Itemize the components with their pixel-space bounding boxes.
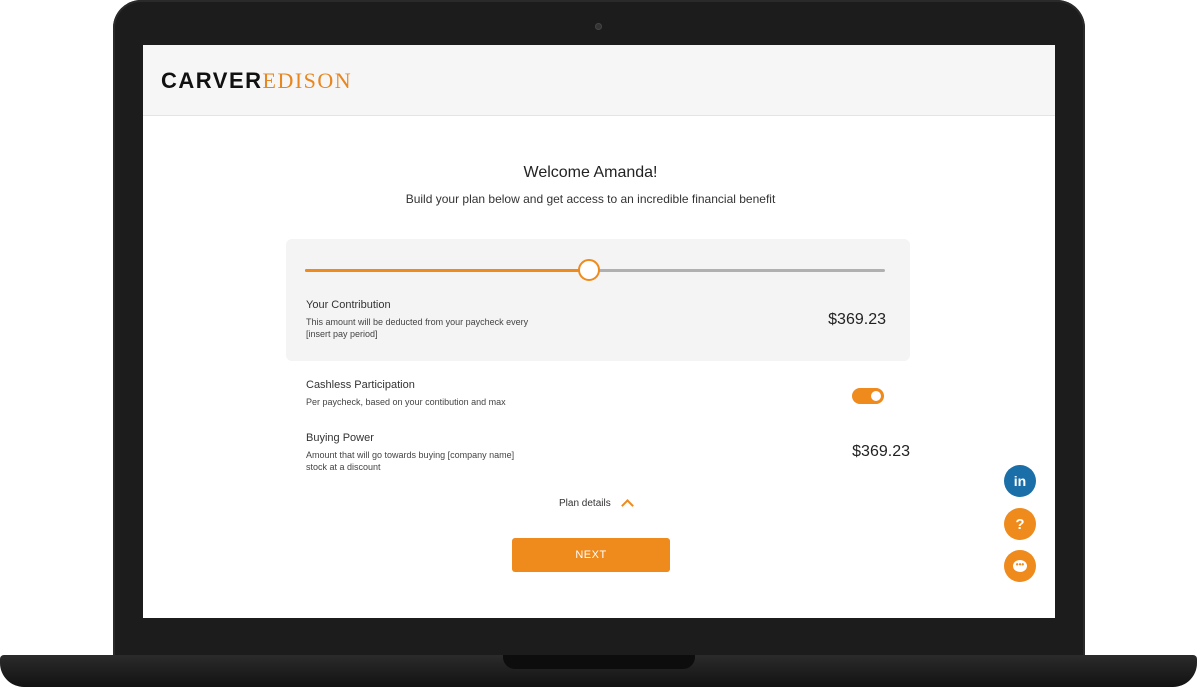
camera-icon: [595, 23, 602, 30]
carver-edison-logo[interactable]: CARVER EDISON: [161, 68, 352, 94]
help-icon[interactable]: ?: [1004, 508, 1036, 540]
chevron-up-icon[interactable]: [621, 499, 634, 512]
cashless-toggle[interactable]: [852, 388, 884, 404]
toggle-knob: [871, 391, 881, 401]
logo-text-carver: CARVER: [161, 68, 263, 93]
screen: CARVER EDISON Welcome Amanda! Build your…: [143, 45, 1055, 618]
logo-text-edison: EDISON: [262, 68, 353, 93]
buying-power-title: Buying Power: [306, 432, 374, 444]
welcome-title: Welcome Amanda!: [523, 164, 658, 181]
linkedin-icon[interactable]: in: [1004, 465, 1036, 497]
chat-dots: •••: [1015, 559, 1025, 569]
buying-power-amount: $369.23: [852, 443, 910, 460]
laptop-notch: [503, 655, 695, 669]
cashless-desc: Per paycheck, based on your contibution …: [306, 397, 506, 407]
contribution-title: Your Contribution: [306, 299, 391, 311]
welcome-subtitle: Build your plan below and get access to …: [405, 192, 776, 206]
slider-thumb[interactable]: [578, 259, 601, 281]
buying-power-desc-line2: stock at a discount: [306, 462, 381, 472]
next-button[interactable]: NEXT: [512, 538, 670, 572]
plan-details-link[interactable]: Plan details: [559, 498, 611, 509]
contribution-desc-line2: [insert pay period]: [306, 329, 378, 339]
contribution-panel: Your Contribution This amount will be de…: [286, 239, 910, 361]
cashless-title: Cashless Participation: [306, 379, 415, 391]
app-header: CARVER EDISON: [143, 45, 1055, 116]
chat-icon: •••: [1013, 560, 1027, 572]
contribution-amount: $369.23: [828, 311, 886, 328]
contribution-desc-line1: This amount will be deducted from your p…: [306, 317, 529, 327]
chat-button[interactable]: •••: [1004, 550, 1036, 582]
buying-power-desc-line1: Amount that will go towards buying [comp…: [306, 450, 515, 460]
slider-fill: [305, 269, 590, 272]
